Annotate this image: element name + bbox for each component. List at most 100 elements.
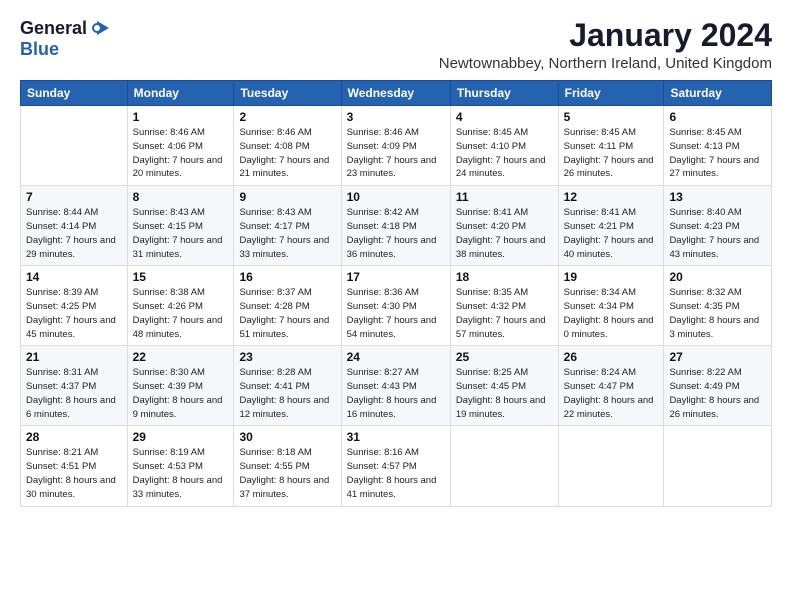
calendar-cell-w1-d7: 6 Sunrise: 8:45 AM Sunset: 4:13 PM Daylig… — [664, 106, 772, 186]
day-number: 6 — [669, 110, 766, 124]
calendar-cell-w1-d6: 5 Sunrise: 8:45 AM Sunset: 4:11 PM Daylig… — [558, 106, 664, 186]
day-number: 29 — [133, 430, 229, 444]
day-info: Sunrise: 8:45 AM Sunset: 4:13 PM Dayligh… — [669, 126, 766, 181]
calendar-cell-w3-d7: 20 Sunrise: 8:32 AM Sunset: 4:35 PM Dayli… — [664, 266, 772, 346]
calendar-cell-w2-d3: 9 Sunrise: 8:43 AM Sunset: 4:17 PM Daylig… — [234, 186, 341, 266]
calendar-cell-w2-d7: 13 Sunrise: 8:40 AM Sunset: 4:23 PM Dayli… — [664, 186, 772, 266]
day-number: 14 — [26, 270, 122, 284]
title-block: January 2024 Newtownabbey, Northern Irel… — [439, 18, 772, 72]
day-info: Sunrise: 8:37 AM Sunset: 4:28 PM Dayligh… — [239, 286, 335, 341]
header-sunday: Sunday — [21, 81, 128, 106]
day-number: 23 — [239, 350, 335, 364]
day-number: 12 — [564, 190, 659, 204]
day-number: 7 — [26, 190, 122, 204]
header: General Blue January 2024 Newtownabbey, … — [20, 18, 772, 72]
logo: General Blue — [20, 18, 111, 60]
day-number: 16 — [239, 270, 335, 284]
calendar-cell-w3-d3: 16 Sunrise: 8:37 AM Sunset: 4:28 PM Dayli… — [234, 266, 341, 346]
day-number: 4 — [456, 110, 553, 124]
calendar-cell-w2-d1: 7 Sunrise: 8:44 AM Sunset: 4:14 PM Daylig… — [21, 186, 128, 266]
calendar-cell-w3-d6: 19 Sunrise: 8:34 AM Sunset: 4:34 PM Dayli… — [558, 266, 664, 346]
calendar-week-2: 7 Sunrise: 8:44 AM Sunset: 4:14 PM Daylig… — [21, 186, 772, 266]
day-info: Sunrise: 8:21 AM Sunset: 4:51 PM Dayligh… — [26, 446, 122, 501]
day-info: Sunrise: 8:41 AM Sunset: 4:20 PM Dayligh… — [456, 206, 553, 261]
calendar-cell-w5-d3: 30Sunrise: 8:18 AM Sunset: 4:55 PM Dayli… — [234, 426, 341, 506]
calendar-cell-w5-d6 — [558, 426, 664, 506]
day-number: 1 — [133, 110, 229, 124]
calendar-cell-w2-d2: 8 Sunrise: 8:43 AM Sunset: 4:15 PM Daylig… — [127, 186, 234, 266]
calendar-cell-w4-d3: 23 Sunrise: 8:28 AM Sunset: 4:41 PM Dayli… — [234, 346, 341, 426]
calendar-cell-w1-d2: 1Sunrise: 8:46 AM Sunset: 4:06 PM Daylig… — [127, 106, 234, 186]
calendar-cell-w2-d5: 11Sunrise: 8:41 AM Sunset: 4:20 PM Dayli… — [450, 186, 558, 266]
day-number: 5 — [564, 110, 659, 124]
day-number: 31 — [347, 430, 445, 444]
header-friday: Friday — [558, 81, 664, 106]
day-number: 26 — [564, 350, 659, 364]
day-number: 30 — [239, 430, 335, 444]
day-info: Sunrise: 8:45 AM Sunset: 4:10 PM Dayligh… — [456, 126, 553, 181]
day-info: Sunrise: 8:42 AM Sunset: 4:18 PM Dayligh… — [347, 206, 445, 261]
header-wednesday: Wednesday — [341, 81, 450, 106]
calendar-cell-w4-d7: 27 Sunrise: 8:22 AM Sunset: 4:49 PM Dayli… — [664, 346, 772, 426]
header-saturday: Saturday — [664, 81, 772, 106]
calendar-cell-w3-d1: 14 Sunrise: 8:39 AM Sunset: 4:25 PM Dayli… — [21, 266, 128, 346]
calendar-table: Sunday Monday Tuesday Wednesday Thursday… — [20, 80, 772, 506]
day-number: 13 — [669, 190, 766, 204]
day-number: 9 — [239, 190, 335, 204]
calendar-cell-w2-d4: 10 Sunrise: 8:42 AM Sunset: 4:18 PM Dayli… — [341, 186, 450, 266]
day-number: 28 — [26, 430, 122, 444]
day-number: 10 — [347, 190, 445, 204]
day-number: 2 — [239, 110, 335, 124]
day-info: Sunrise: 8:28 AM Sunset: 4:41 PM Dayligh… — [239, 366, 335, 421]
day-number: 8 — [133, 190, 229, 204]
calendar-cell-w1-d5: 4 Sunrise: 8:45 AM Sunset: 4:10 PM Daylig… — [450, 106, 558, 186]
calendar-cell-w4-d5: 25Sunrise: 8:25 AM Sunset: 4:45 PM Dayli… — [450, 346, 558, 426]
calendar-cell-w4-d4: 24Sunrise: 8:27 AM Sunset: 4:43 PM Dayli… — [341, 346, 450, 426]
calendar-cell-w1-d3: 2 Sunrise: 8:46 AM Sunset: 4:08 PM Daylig… — [234, 106, 341, 186]
day-number: 19 — [564, 270, 659, 284]
calendar-cell-w5-d5 — [450, 426, 558, 506]
day-info: Sunrise: 8:22 AM Sunset: 4:49 PM Dayligh… — [669, 366, 766, 421]
day-number: 27 — [669, 350, 766, 364]
day-info: Sunrise: 8:40 AM Sunset: 4:23 PM Dayligh… — [669, 206, 766, 261]
header-tuesday: Tuesday — [234, 81, 341, 106]
day-number: 24 — [347, 350, 445, 364]
day-info: Sunrise: 8:43 AM Sunset: 4:17 PM Dayligh… — [239, 206, 335, 261]
calendar-cell-w3-d5: 18Sunrise: 8:35 AM Sunset: 4:32 PM Dayli… — [450, 266, 558, 346]
day-info: Sunrise: 8:38 AM Sunset: 4:26 PM Dayligh… — [133, 286, 229, 341]
day-number: 3 — [347, 110, 445, 124]
day-info: Sunrise: 8:32 AM Sunset: 4:35 PM Dayligh… — [669, 286, 766, 341]
day-number: 25 — [456, 350, 553, 364]
calendar-week-3: 14 Sunrise: 8:39 AM Sunset: 4:25 PM Dayli… — [21, 266, 772, 346]
day-info: Sunrise: 8:46 AM Sunset: 4:09 PM Dayligh… — [347, 126, 445, 181]
calendar-cell-w4-d1: 21 Sunrise: 8:31 AM Sunset: 4:37 PM Dayli… — [21, 346, 128, 426]
day-number: 21 — [26, 350, 122, 364]
calendar-cell-w4-d2: 22 Sunrise: 8:30 AM Sunset: 4:39 PM Dayli… — [127, 346, 234, 426]
calendar-cell-w2-d6: 12Sunrise: 8:41 AM Sunset: 4:21 PM Dayli… — [558, 186, 664, 266]
day-info: Sunrise: 8:35 AM Sunset: 4:32 PM Dayligh… — [456, 286, 553, 341]
day-info: Sunrise: 8:34 AM Sunset: 4:34 PM Dayligh… — [564, 286, 659, 341]
calendar-week-4: 21 Sunrise: 8:31 AM Sunset: 4:37 PM Dayli… — [21, 346, 772, 426]
logo-blue: Blue — [20, 39, 59, 59]
page: General Blue January 2024 Newtownabbey, … — [0, 0, 792, 519]
day-info: Sunrise: 8:44 AM Sunset: 4:14 PM Dayligh… — [26, 206, 122, 261]
day-info: Sunrise: 8:39 AM Sunset: 4:25 PM Dayligh… — [26, 286, 122, 341]
logo-icon — [89, 19, 111, 37]
header-monday: Monday — [127, 81, 234, 106]
calendar-cell-w1-d1 — [21, 106, 128, 186]
calendar-cell-w4-d6: 26Sunrise: 8:24 AM Sunset: 4:47 PM Dayli… — [558, 346, 664, 426]
month-title: January 2024 — [439, 18, 772, 53]
day-info: Sunrise: 8:19 AM Sunset: 4:53 PM Dayligh… — [133, 446, 229, 501]
day-info: Sunrise: 8:30 AM Sunset: 4:39 PM Dayligh… — [133, 366, 229, 421]
header-thursday: Thursday — [450, 81, 558, 106]
day-info: Sunrise: 8:31 AM Sunset: 4:37 PM Dayligh… — [26, 366, 122, 421]
calendar-cell-w3-d4: 17Sunrise: 8:36 AM Sunset: 4:30 PM Dayli… — [341, 266, 450, 346]
day-info: Sunrise: 8:45 AM Sunset: 4:11 PM Dayligh… — [564, 126, 659, 181]
day-number: 22 — [133, 350, 229, 364]
day-info: Sunrise: 8:36 AM Sunset: 4:30 PM Dayligh… — [347, 286, 445, 341]
day-info: Sunrise: 8:46 AM Sunset: 4:08 PM Dayligh… — [239, 126, 335, 181]
day-info: Sunrise: 8:43 AM Sunset: 4:15 PM Dayligh… — [133, 206, 229, 261]
calendar-cell-w5-d7 — [664, 426, 772, 506]
day-number: 20 — [669, 270, 766, 284]
calendar-header-row: Sunday Monday Tuesday Wednesday Thursday… — [21, 81, 772, 106]
